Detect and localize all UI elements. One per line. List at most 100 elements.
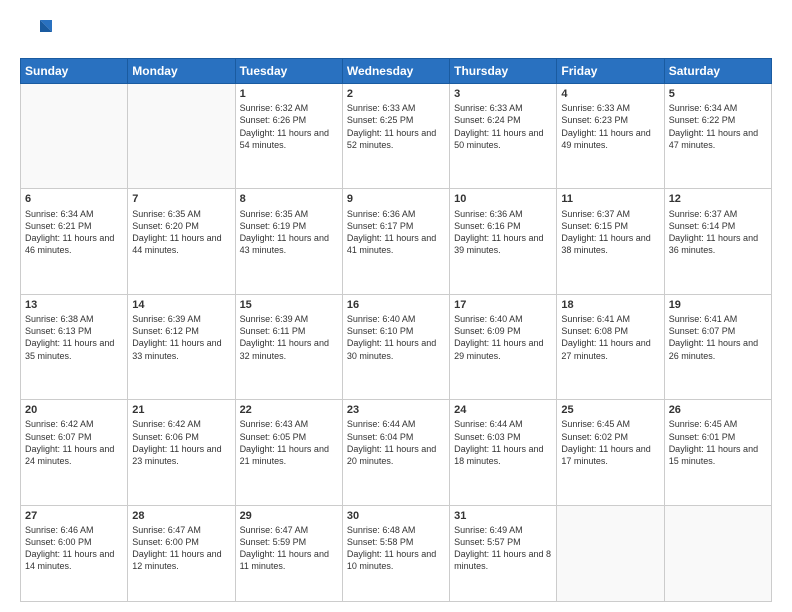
day-number: 11 [561,192,659,206]
week-row: 1Sunrise: 6:32 AM Sunset: 6:26 PM Daylig… [21,84,772,189]
day-info: Sunrise: 6:41 AM Sunset: 6:07 PM Dayligh… [669,313,767,362]
day-number: 13 [25,298,123,312]
day-info: Sunrise: 6:33 AM Sunset: 6:25 PM Dayligh… [347,102,445,151]
day-info: Sunrise: 6:39 AM Sunset: 6:11 PM Dayligh… [240,313,338,362]
calendar-cell: 19Sunrise: 6:41 AM Sunset: 6:07 PM Dayli… [664,294,771,399]
day-info: Sunrise: 6:47 AM Sunset: 5:59 PM Dayligh… [240,524,338,573]
calendar-cell [128,84,235,189]
calendar-cell: 29Sunrise: 6:47 AM Sunset: 5:59 PM Dayli… [235,505,342,601]
day-info: Sunrise: 6:32 AM Sunset: 6:26 PM Dayligh… [240,102,338,151]
calendar-table: SundayMondayTuesdayWednesdayThursdayFrid… [20,58,772,602]
calendar-cell: 6 Sunrise: 6:34 AM Sunset: 6:21 PM Daylig… [21,189,128,294]
calendar-cell: 10Sunrise: 6:36 AM Sunset: 6:16 PM Dayli… [450,189,557,294]
day-number: 31 [454,509,552,523]
day-info: Sunrise: 6:37 AM Sunset: 6:15 PM Dayligh… [561,208,659,257]
calendar-cell: 24Sunrise: 6:44 AM Sunset: 6:03 PM Dayli… [450,400,557,505]
calendar-cell: 23Sunrise: 6:44 AM Sunset: 6:04 PM Dayli… [342,400,449,505]
calendar-cell: 25Sunrise: 6:45 AM Sunset: 6:02 PM Dayli… [557,400,664,505]
day-number: 21 [132,403,230,417]
weekday-header: Wednesday [342,59,449,84]
calendar-cell: 2Sunrise: 6:33 AM Sunset: 6:25 PM Daylig… [342,84,449,189]
calendar-cell: 9Sunrise: 6:36 AM Sunset: 6:17 PM Daylig… [342,189,449,294]
day-info: Sunrise: 6:42 AM Sunset: 6:07 PM Dayligh… [25,418,123,467]
day-info: Sunrise: 6:38 AM Sunset: 6:13 PM Dayligh… [25,313,123,362]
day-info: Sunrise: 6:48 AM Sunset: 5:58 PM Dayligh… [347,524,445,573]
day-number: 25 [561,403,659,417]
day-info: Sunrise: 6:47 AM Sunset: 6:00 PM Dayligh… [132,524,230,573]
week-row: 6 Sunrise: 6:34 AM Sunset: 6:21 PM Daylig… [21,189,772,294]
day-number: 15 [240,298,338,312]
calendar-cell: 26Sunrise: 6:45 AM Sunset: 6:01 PM Dayli… [664,400,771,505]
day-number: 6 [25,192,123,206]
day-number: 10 [454,192,552,206]
calendar-cell: 12 Sunrise: 6:37 AM Sunset: 6:14 PM Dayli… [664,189,771,294]
weekday-header: Saturday [664,59,771,84]
weekday-header: Sunday [21,59,128,84]
day-number: 20 [25,403,123,417]
day-info: Sunrise: 6:39 AM Sunset: 6:12 PM Dayligh… [132,313,230,362]
day-number: 19 [669,298,767,312]
weekday-header: Thursday [450,59,557,84]
week-row: 20Sunrise: 6:42 AM Sunset: 6:07 PM Dayli… [21,400,772,505]
day-number: 27 [25,509,123,523]
day-info: Sunrise: 6:35 AM Sunset: 6:19 PM Dayligh… [240,208,338,257]
day-number: 4 [561,87,659,101]
day-number: 12 [669,192,767,206]
calendar-cell: 1Sunrise: 6:32 AM Sunset: 6:26 PM Daylig… [235,84,342,189]
calendar-cell: 20Sunrise: 6:42 AM Sunset: 6:07 PM Dayli… [21,400,128,505]
weekday-header: Monday [128,59,235,84]
week-row: 27Sunrise: 6:46 AM Sunset: 6:00 PM Dayli… [21,505,772,601]
day-info: Sunrise: 6:49 AM Sunset: 5:57 PM Dayligh… [454,524,552,573]
day-info: Sunrise: 6:40 AM Sunset: 6:10 PM Dayligh… [347,313,445,362]
day-number: 17 [454,298,552,312]
day-number: 29 [240,509,338,523]
day-info: Sunrise: 6:33 AM Sunset: 6:23 PM Dayligh… [561,102,659,151]
calendar-cell [557,505,664,601]
day-number: 23 [347,403,445,417]
calendar-cell: 18Sunrise: 6:41 AM Sunset: 6:08 PM Dayli… [557,294,664,399]
day-info: Sunrise: 6:43 AM Sunset: 6:05 PM Dayligh… [240,418,338,467]
day-info: Sunrise: 6:46 AM Sunset: 6:00 PM Dayligh… [25,524,123,573]
calendar-cell: 13Sunrise: 6:38 AM Sunset: 6:13 PM Dayli… [21,294,128,399]
calendar-cell [21,84,128,189]
header [20,16,772,48]
logo [20,16,56,48]
calendar-cell: 4Sunrise: 6:33 AM Sunset: 6:23 PM Daylig… [557,84,664,189]
calendar-cell: 14Sunrise: 6:39 AM Sunset: 6:12 PM Dayli… [128,294,235,399]
day-info: Sunrise: 6:35 AM Sunset: 6:20 PM Dayligh… [132,208,230,257]
day-info: Sunrise: 6:41 AM Sunset: 6:08 PM Dayligh… [561,313,659,362]
day-info: Sunrise: 6:45 AM Sunset: 6:02 PM Dayligh… [561,418,659,467]
day-info: Sunrise: 6:44 AM Sunset: 6:04 PM Dayligh… [347,418,445,467]
day-info: Sunrise: 6:34 AM Sunset: 6:21 PM Dayligh… [25,208,123,257]
day-number: 7 [132,192,230,206]
weekday-header: Tuesday [235,59,342,84]
day-number: 2 [347,87,445,101]
calendar-cell [664,505,771,601]
day-number: 16 [347,298,445,312]
calendar-cell: 17Sunrise: 6:40 AM Sunset: 6:09 PM Dayli… [450,294,557,399]
calendar-cell: 22Sunrise: 6:43 AM Sunset: 6:05 PM Dayli… [235,400,342,505]
day-number: 24 [454,403,552,417]
calendar-cell: 28Sunrise: 6:47 AM Sunset: 6:00 PM Dayli… [128,505,235,601]
calendar-cell: 27Sunrise: 6:46 AM Sunset: 6:00 PM Dayli… [21,505,128,601]
day-info: Sunrise: 6:40 AM Sunset: 6:09 PM Dayligh… [454,313,552,362]
day-number: 5 [669,87,767,101]
calendar-cell: 16Sunrise: 6:40 AM Sunset: 6:10 PM Dayli… [342,294,449,399]
calendar-cell: 5Sunrise: 6:34 AM Sunset: 6:22 PM Daylig… [664,84,771,189]
day-number: 3 [454,87,552,101]
day-info: Sunrise: 6:37 AM Sunset: 6:14 PM Dayligh… [669,208,767,257]
calendar-cell: 8Sunrise: 6:35 AM Sunset: 6:19 PM Daylig… [235,189,342,294]
day-info: Sunrise: 6:34 AM Sunset: 6:22 PM Dayligh… [669,102,767,151]
calendar-cell: 11 Sunrise: 6:37 AM Sunset: 6:15 PM Dayli… [557,189,664,294]
day-info: Sunrise: 6:42 AM Sunset: 6:06 PM Dayligh… [132,418,230,467]
day-number: 26 [669,403,767,417]
calendar-cell: 31Sunrise: 6:49 AM Sunset: 5:57 PM Dayli… [450,505,557,601]
day-number: 18 [561,298,659,312]
logo-icon [20,16,52,48]
calendar-cell: 15Sunrise: 6:39 AM Sunset: 6:11 PM Dayli… [235,294,342,399]
calendar-cell: 21Sunrise: 6:42 AM Sunset: 6:06 PM Dayli… [128,400,235,505]
calendar-cell: 7 Sunrise: 6:35 AM Sunset: 6:20 PM Daylig… [128,189,235,294]
day-info: Sunrise: 6:44 AM Sunset: 6:03 PM Dayligh… [454,418,552,467]
calendar-header-row: SundayMondayTuesdayWednesdayThursdayFrid… [21,59,772,84]
day-number: 22 [240,403,338,417]
